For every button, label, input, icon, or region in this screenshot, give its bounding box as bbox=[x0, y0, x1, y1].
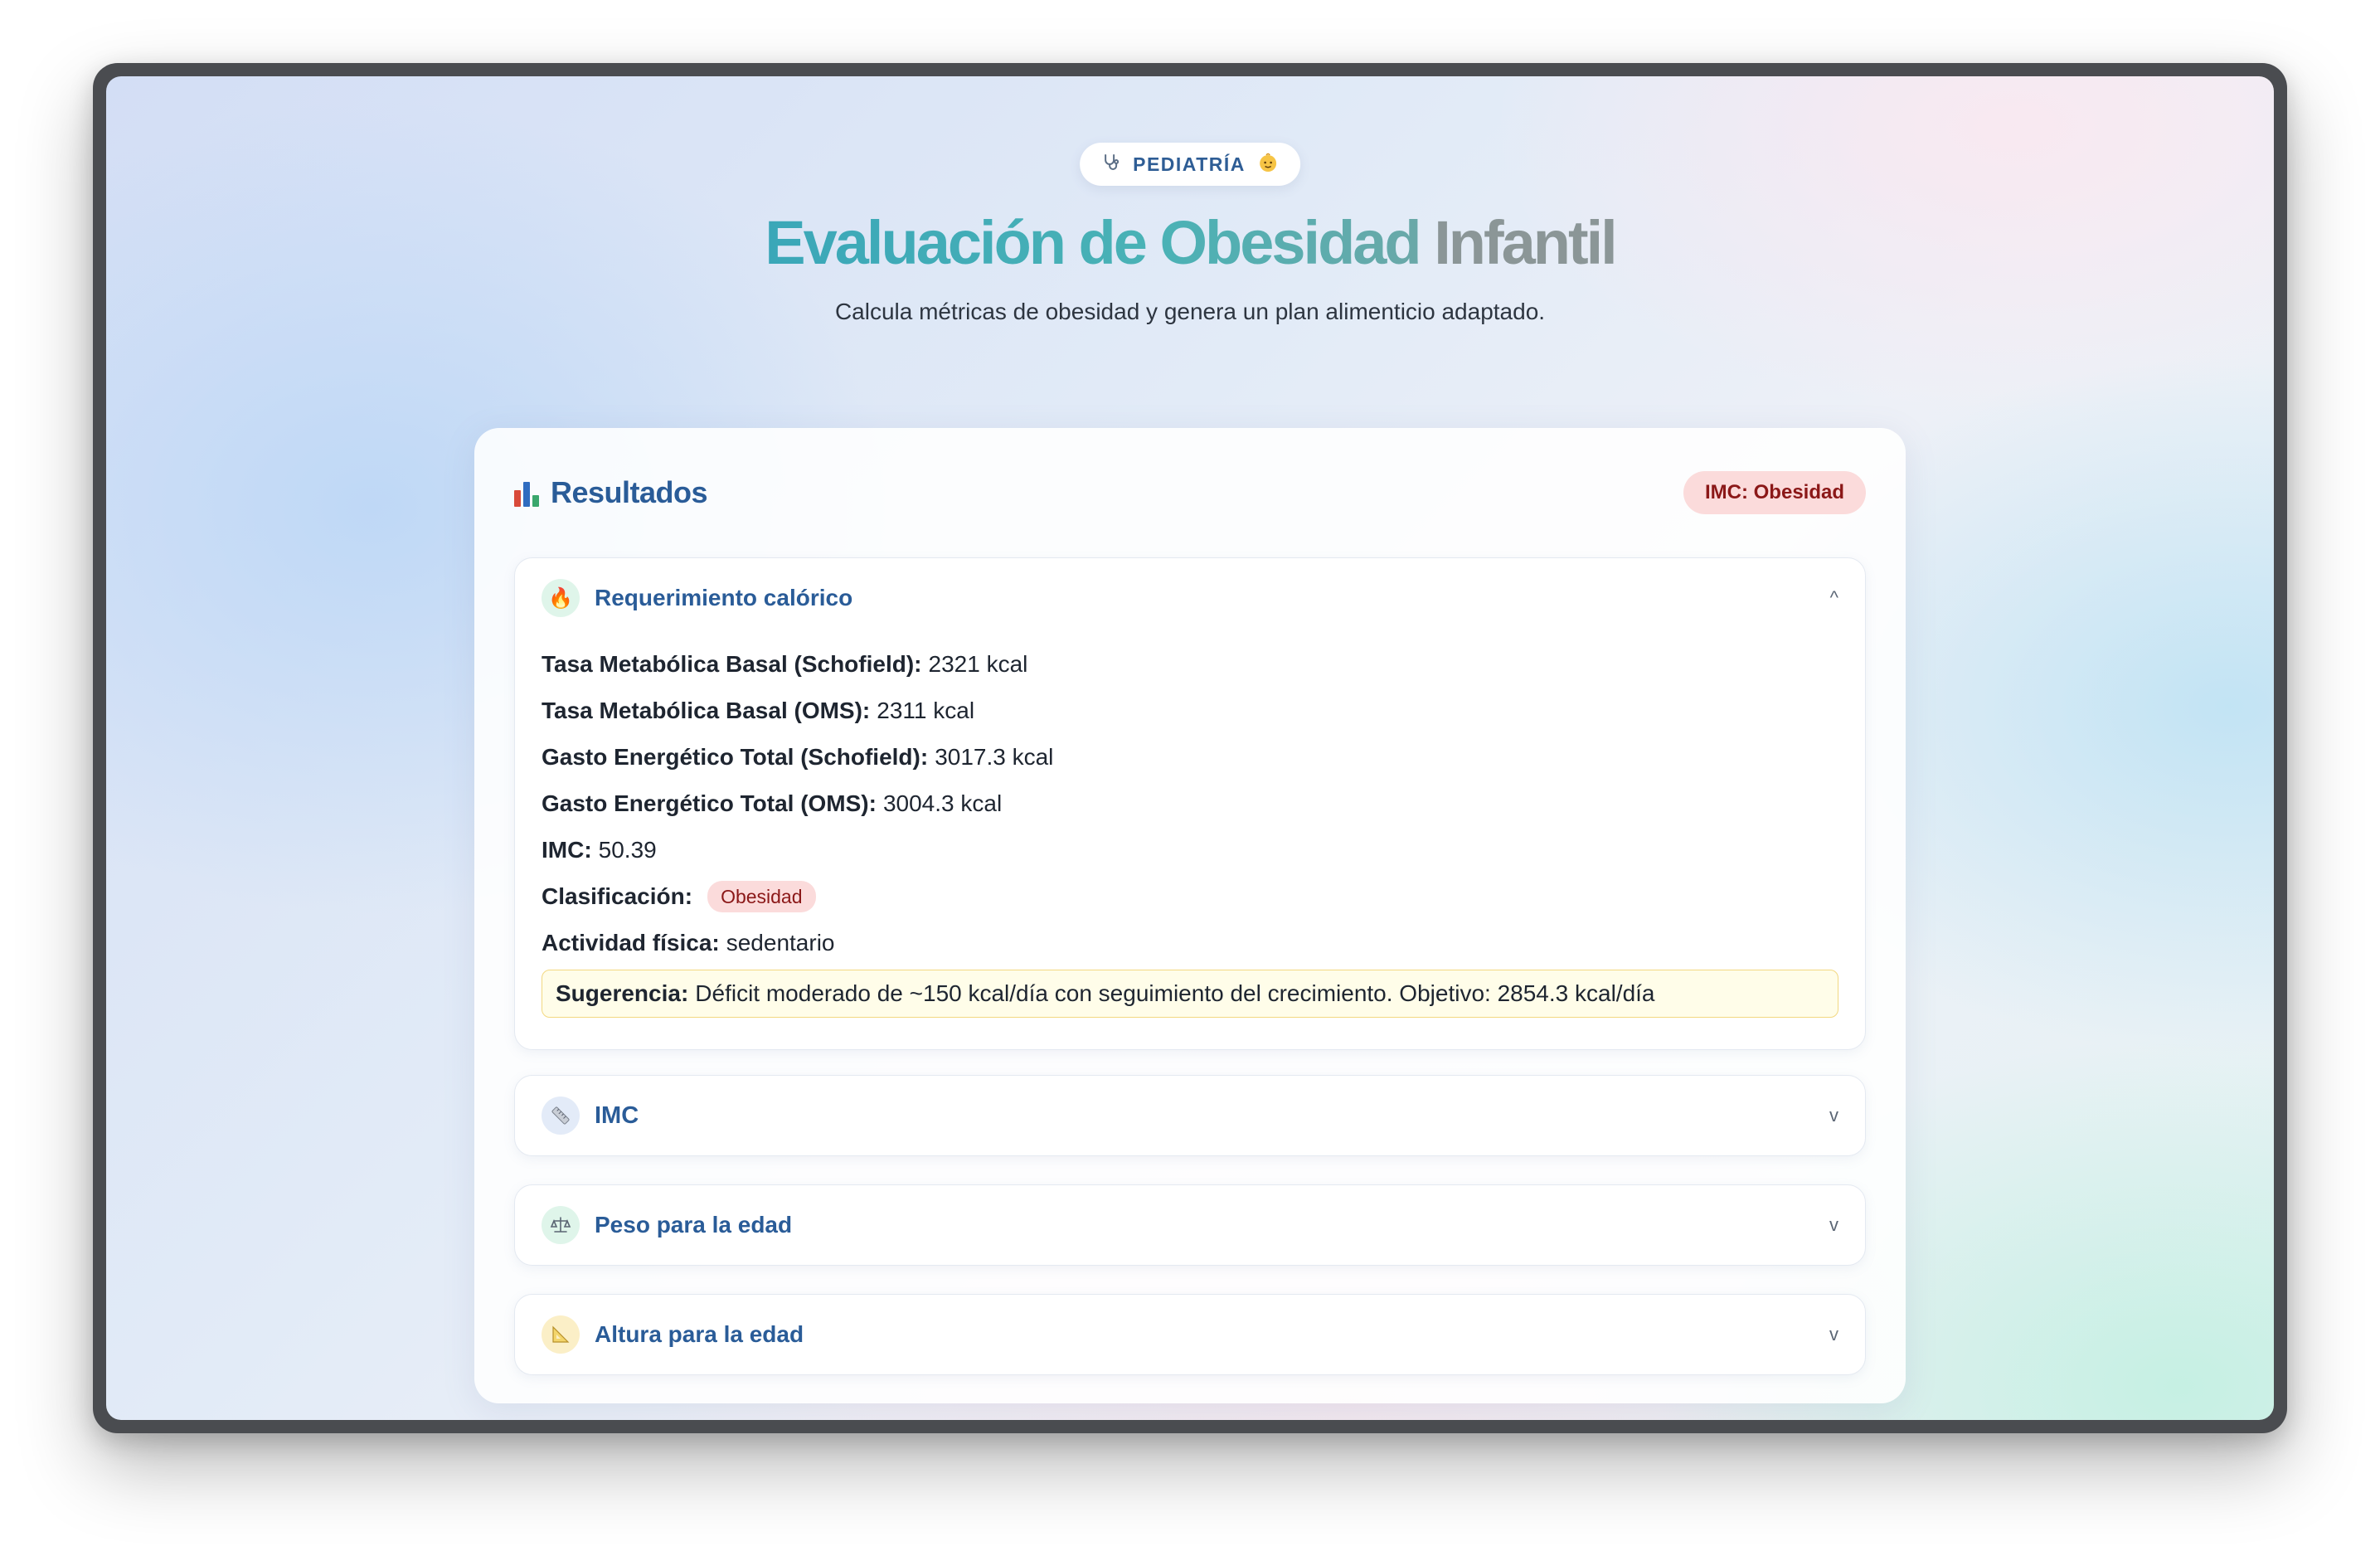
detail-row-tmb-schofield: Tasa Metabólica Basal (Schofield): 2321 k… bbox=[542, 651, 1028, 677]
detail-row-get-schofield: Gasto Energético Total (Schofield): 3017.… bbox=[542, 744, 1054, 770]
accordion-header-height[interactable]: Altura para la edad v bbox=[542, 1295, 1838, 1374]
scale-icon bbox=[542, 1206, 580, 1244]
accordion-title: Peso para la edad bbox=[595, 1212, 793, 1238]
accordion-header-caloric[interactable]: 🔥 Requerimiento calórico ^ bbox=[542, 558, 1838, 638]
bar-chart-icon bbox=[514, 479, 542, 507]
page-subtitle: Calcula métricas de obesidad y genera un… bbox=[834, 299, 1546, 324]
caloric-details: Tasa Metabólica Basal (Schofield): 2321 k… bbox=[542, 641, 1838, 1018]
results-header: Resultados IMC: Obesidad bbox=[514, 469, 1866, 516]
detail-row-classification: Clasificación: Obesidad bbox=[542, 873, 1838, 920]
chevron-down-icon[interactable]: v bbox=[1829, 1214, 1838, 1236]
browser-viewport: PEDIATRÍA Evaluación de Obesidad Infanti… bbox=[106, 76, 2274, 1420]
results-title-text: Resultados bbox=[551, 475, 708, 509]
specialty-badge: PEDIATRÍA bbox=[1080, 143, 1300, 186]
suggestion-box: Sugerencia: Déficit moderado de ~150 kca… bbox=[542, 970, 1838, 1018]
page-title: Evaluación de Obesidad Infantil bbox=[106, 207, 2274, 278]
specialty-label: PEDIATRÍA bbox=[1133, 153, 1246, 175]
baby-icon bbox=[1257, 152, 1279, 177]
accordion-height-for-age: Altura para la edad v bbox=[514, 1294, 1866, 1375]
chevron-up-icon[interactable]: ^ bbox=[1830, 587, 1838, 609]
page-title-accent: Infantil bbox=[1434, 208, 1618, 277]
detail-row-activity: Actividad física: sedentario bbox=[542, 930, 835, 955]
detail-row-get-oms: Gasto Energético Total (OMS): 3004.3 kcal bbox=[542, 790, 1003, 816]
accordion-caloric-requirement: 🔥 Requerimiento calórico ^ Tasa Metabóli… bbox=[514, 557, 1866, 1050]
suggestion-label: Sugerencia: bbox=[556, 980, 689, 1006]
accordion-header-weight[interactable]: Peso para la edad v bbox=[542, 1185, 1838, 1265]
triangle-ruler-icon bbox=[542, 1315, 580, 1354]
accordion-title: IMC bbox=[595, 1101, 639, 1129]
classification-badge: Obesidad bbox=[707, 881, 816, 912]
accordion-header-imc[interactable]: IMC v bbox=[542, 1076, 1838, 1155]
results-title: Resultados bbox=[514, 475, 708, 510]
accordion-title: Requerimiento calórico bbox=[595, 585, 853, 610]
app-window: PEDIATRÍA Evaluación de Obesidad Infanti… bbox=[93, 63, 2287, 1433]
suggestion-text: Déficit moderado de ~150 kcal/día con se… bbox=[695, 980, 1655, 1006]
accordion-title: Altura para la edad bbox=[595, 1321, 804, 1347]
status-badge: IMC: Obesidad bbox=[1683, 471, 1866, 514]
chevron-down-icon[interactable]: v bbox=[1829, 1324, 1838, 1345]
detail-row-tmb-oms: Tasa Metabólica Basal (OMS): 2311 kcal bbox=[542, 698, 975, 723]
accordion-imc: IMC v bbox=[514, 1075, 1866, 1156]
results-card: Resultados IMC: Obesidad 🔥 Requerimiento… bbox=[474, 428, 1906, 1403]
fire-icon: 🔥 bbox=[542, 579, 580, 617]
page-title-main: Evaluación de Obesidad bbox=[765, 208, 1421, 277]
chevron-down-icon[interactable]: v bbox=[1829, 1105, 1838, 1126]
accordion-weight-for-age: Peso para la edad v bbox=[514, 1184, 1866, 1266]
detail-row-imc: IMC: 50.39 bbox=[542, 837, 657, 863]
stethoscope-icon bbox=[1101, 153, 1121, 176]
ruler-icon bbox=[542, 1096, 580, 1135]
